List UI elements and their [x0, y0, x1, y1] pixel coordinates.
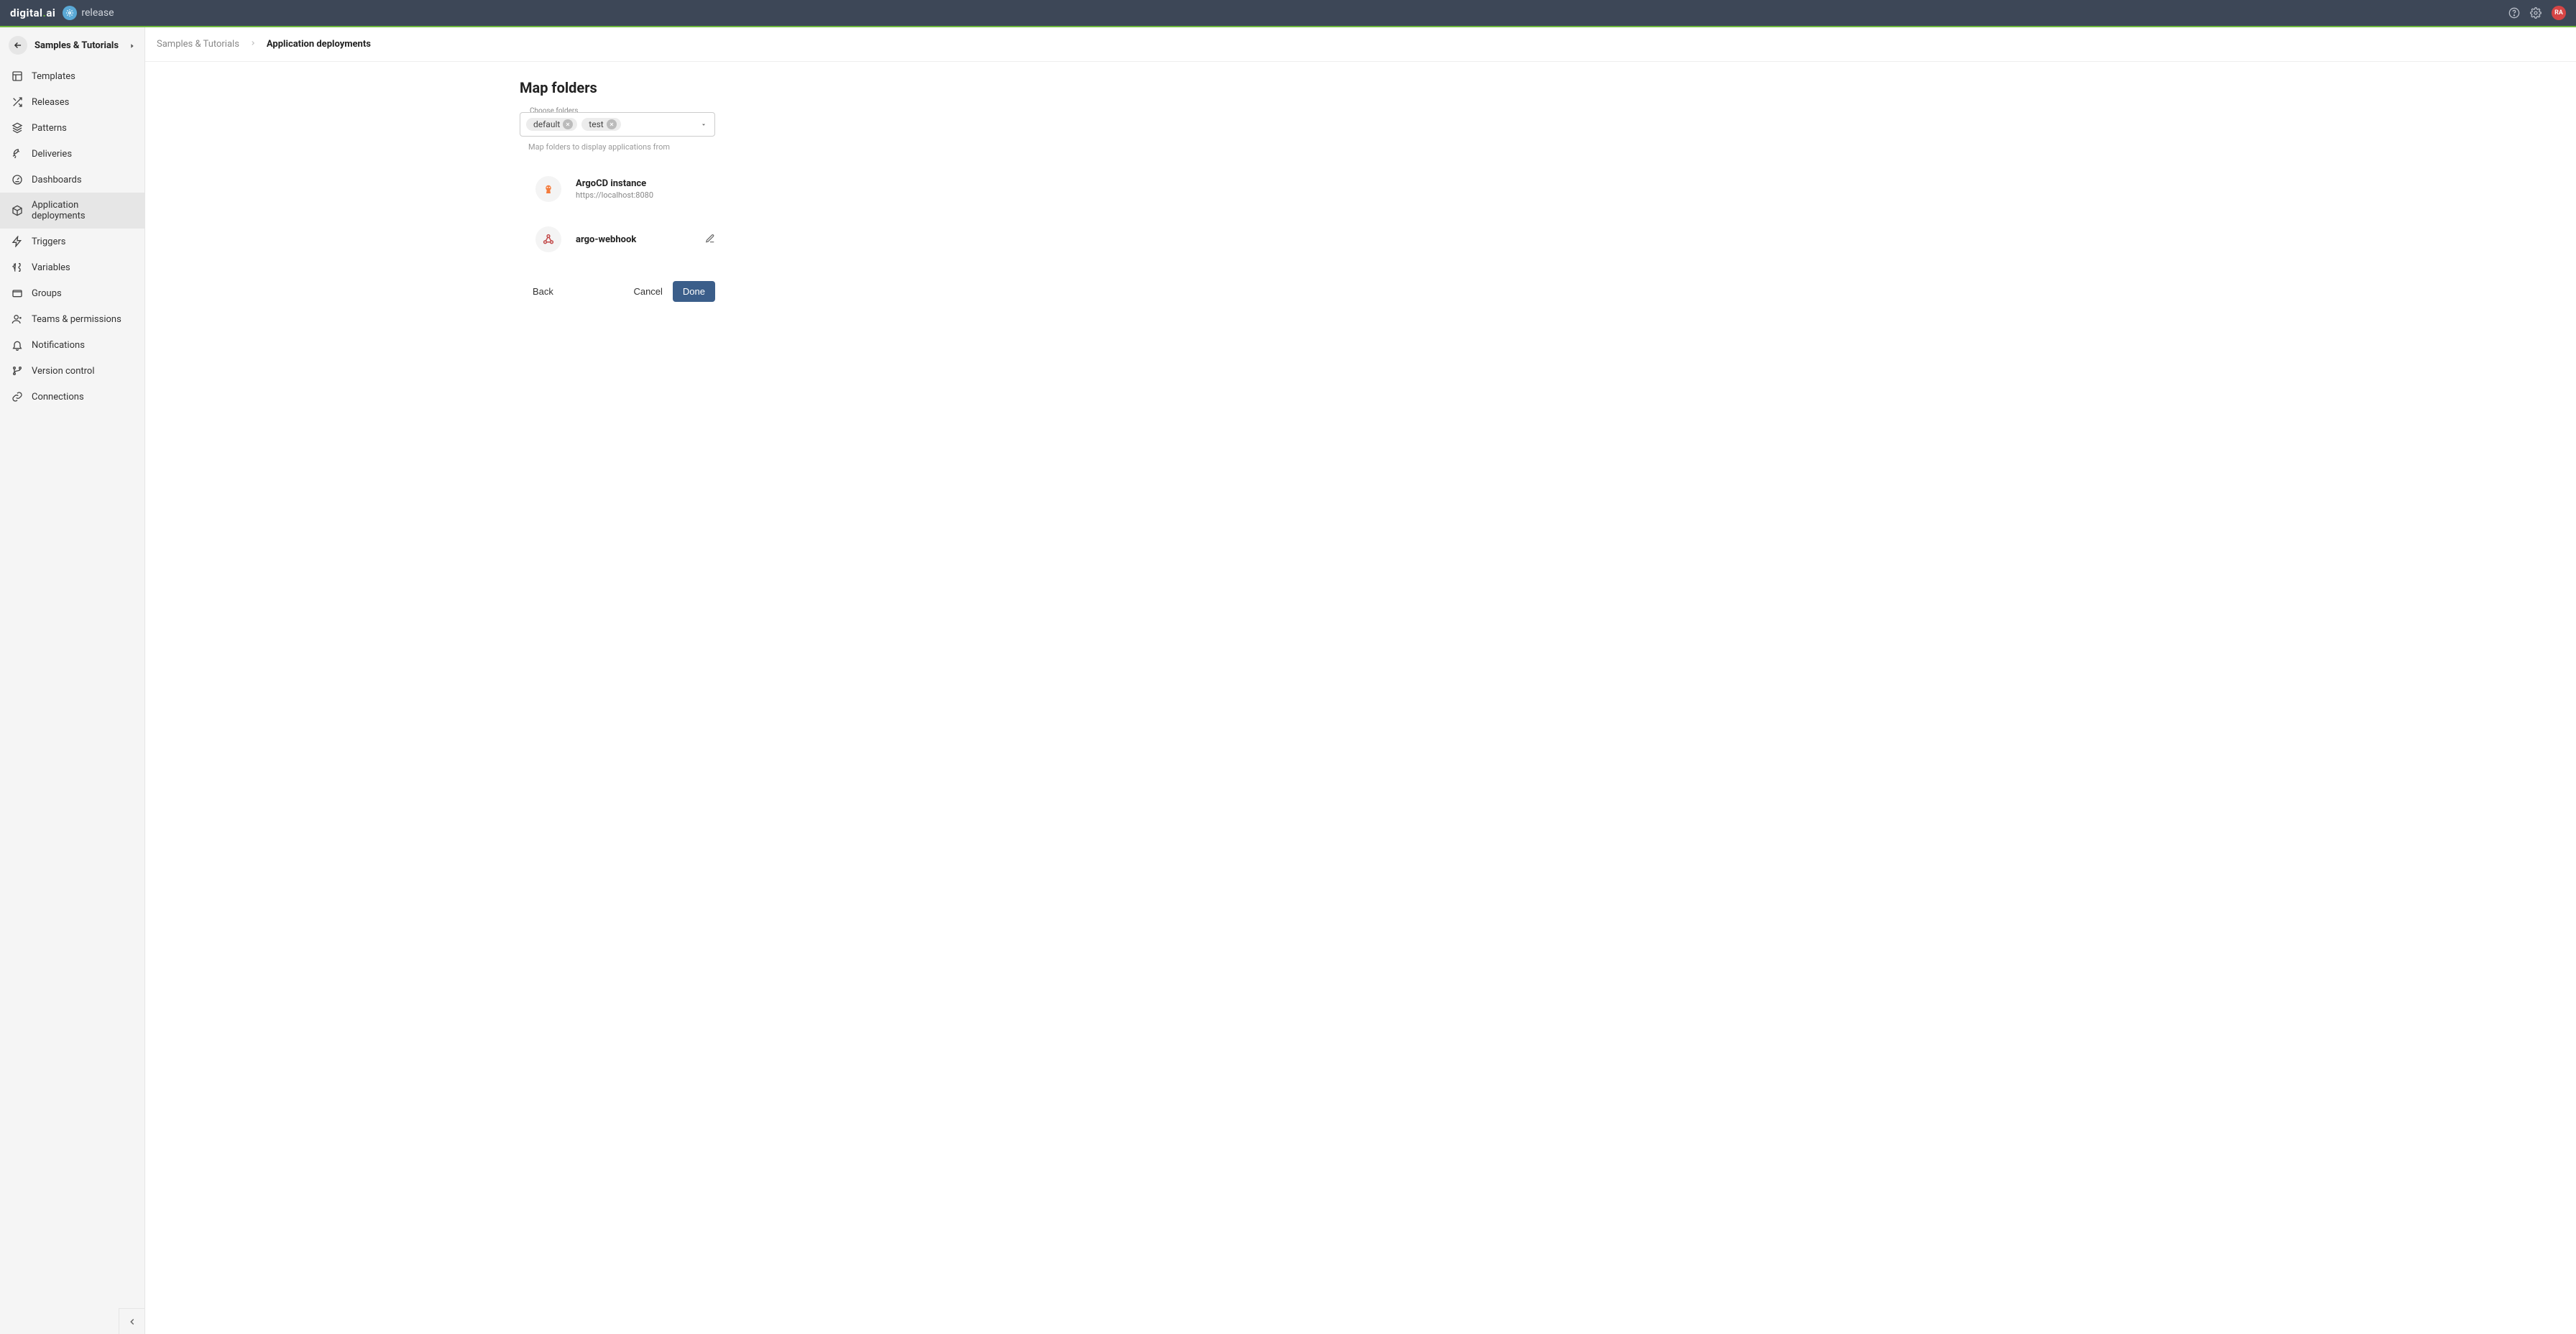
chevron-down-icon[interactable]: [700, 118, 707, 132]
argocd-instance-row: ArgoCD instance https://localhost:8080: [520, 176, 715, 202]
product-badge: release: [63, 6, 114, 20]
content: Map folders Choose folders default test: [145, 62, 2576, 1334]
instance-body: ArgoCD instance https://localhost:8080: [576, 178, 715, 200]
sidebar-item-label: Connections: [32, 392, 84, 402]
sidebar-item-label: Version control: [32, 366, 95, 377]
sidebar-item-label: Groups: [32, 288, 62, 299]
map-folders-panel: Map folders Choose folders default test: [520, 79, 715, 302]
breadcrumb-parent[interactable]: Samples & Tutorials: [157, 39, 239, 50]
choose-folders-field: Choose folders default test: [520, 112, 715, 137]
sidebar-item-groups[interactable]: Groups: [0, 280, 144, 306]
product-label: release: [81, 7, 114, 19]
rocket-icon: [12, 148, 23, 160]
page-title: Map folders: [520, 79, 715, 96]
chip-default: default: [526, 118, 577, 131]
instance-name: ArgoCD instance: [576, 178, 715, 189]
bell-icon: [12, 339, 23, 351]
chip-label: default: [533, 119, 560, 129]
webhook-icon: [535, 226, 561, 252]
back-button[interactable]: Back: [533, 286, 553, 297]
sidebar-item-label: Notifications: [32, 340, 85, 351]
sidebar-item-templates[interactable]: Templates: [0, 63, 144, 89]
argo-instance-icon: [535, 176, 561, 202]
done-button[interactable]: Done: [673, 281, 715, 302]
sidebar-item-connections[interactable]: Connections: [0, 384, 144, 410]
sidebar-item-app-deployments[interactable]: Application deployments: [0, 193, 144, 229]
sidebar-item-teams[interactable]: Teams & permissions: [0, 306, 144, 332]
release-icon: [63, 6, 77, 20]
sidebar-item-dashboards[interactable]: Dashboards: [0, 167, 144, 193]
sidebar-item-label: Patterns: [32, 123, 67, 134]
main: Samples & Tutorials Application deployme…: [145, 27, 2576, 1334]
back-icon-button[interactable]: [9, 36, 27, 55]
webhook-name: argo-webhook: [576, 234, 691, 245]
breadcrumb-current: Application deployments: [267, 39, 371, 50]
chip-remove-icon[interactable]: [607, 119, 617, 129]
webhook-body: argo-webhook: [576, 234, 691, 245]
chip-test: test: [581, 118, 620, 131]
body: Samples & Tutorials Templates Releases P…: [0, 27, 2576, 1334]
sidebar-title: Samples & Tutorials: [34, 40, 121, 51]
sidebar-item-patterns[interactable]: Patterns: [0, 115, 144, 141]
sidebar-item-version-control[interactable]: Version control: [0, 358, 144, 384]
sidebar-item-label: Triggers: [32, 236, 65, 247]
chip-label: test: [589, 119, 603, 129]
top-header: digital.ai release RA: [0, 0, 2576, 27]
sidebar-nav: Templates Releases Patterns Deliveries D…: [0, 63, 144, 410]
sidebar-item-deliveries[interactable]: Deliveries: [0, 141, 144, 167]
brand-logo: digital.ai: [10, 6, 55, 19]
folder-icon: [12, 288, 23, 299]
actions-right: Cancel Done: [633, 281, 715, 302]
branch-icon: [12, 365, 23, 377]
instance-url: https://localhost:8080: [576, 190, 715, 200]
bolt-icon: [12, 236, 23, 247]
sidebar-item-releases[interactable]: Releases: [0, 89, 144, 115]
sidebar-item-triggers[interactable]: Triggers: [0, 229, 144, 254]
header-left: digital.ai release: [10, 6, 114, 20]
sidebar-item-notifications[interactable]: Notifications: [0, 332, 144, 358]
cube-icon: [12, 205, 23, 216]
sidebar-item-label: Dashboards: [32, 175, 82, 185]
gear-icon[interactable]: [2530, 7, 2542, 19]
users-icon: [12, 313, 23, 325]
sidebar-item-label: Teams & permissions: [32, 314, 121, 325]
edit-icon[interactable]: [705, 233, 715, 247]
sidebar: Samples & Tutorials Templates Releases P…: [0, 27, 145, 1334]
argo-webhook-row: argo-webhook: [520, 226, 715, 252]
gauge-icon: [12, 174, 23, 185]
sidebar-collapse-button[interactable]: [119, 1308, 144, 1334]
sidebar-item-label: Deliveries: [32, 149, 72, 160]
sidebar-item-label: Releases: [32, 97, 69, 108]
app-root: digital.ai release RA: [0, 0, 2576, 1334]
sidebar-header: Samples & Tutorials: [0, 27, 144, 63]
user-avatar[interactable]: RA: [2552, 6, 2566, 20]
chevron-right-icon: [249, 39, 257, 50]
action-bar: Back Cancel Done: [520, 281, 715, 302]
folders-select[interactable]: default test: [520, 112, 715, 137]
layers-icon: [12, 122, 23, 134]
template-icon: [12, 70, 23, 82]
link-icon: [12, 391, 23, 402]
breadcrumb: Samples & Tutorials Application deployme…: [145, 27, 2576, 62]
header-right: RA: [2508, 6, 2566, 20]
chip-remove-icon[interactable]: [563, 119, 573, 129]
help-icon[interactable]: [2508, 7, 2520, 19]
sidebar-item-label: Application deployments: [32, 200, 133, 221]
cancel-button[interactable]: Cancel: [633, 286, 662, 297]
helper-text: Map folders to display applications from: [528, 142, 715, 152]
sidebar-item-label: Templates: [32, 71, 75, 82]
sidebar-item-variables[interactable]: Variables: [0, 254, 144, 280]
chevron-right-icon[interactable]: [129, 39, 136, 52]
sidebar-item-label: Variables: [32, 262, 70, 273]
variable-icon: [12, 262, 23, 273]
shuffle-icon: [12, 96, 23, 108]
